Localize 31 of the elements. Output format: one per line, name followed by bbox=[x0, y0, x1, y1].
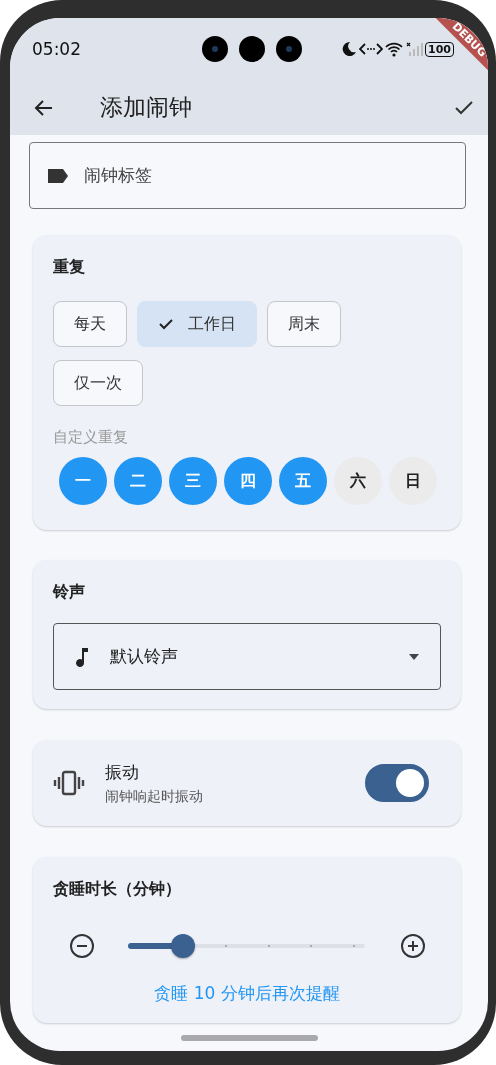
ringtone-dropdown[interactable]: 默认铃声 bbox=[53, 623, 441, 690]
wifi-icon bbox=[385, 41, 404, 57]
snooze-slider[interactable] bbox=[128, 933, 365, 959]
repeat-chip[interactable]: 工作日 bbox=[137, 301, 257, 347]
vibration-title: 振动 bbox=[105, 760, 140, 784]
music-note-icon bbox=[74, 645, 90, 668]
increase-button[interactable] bbox=[399, 932, 427, 960]
weekday-toggle[interactable]: 六 bbox=[334, 457, 382, 505]
repeat-chip[interactable]: 周末 bbox=[267, 301, 341, 347]
label-field[interactable]: 闹钟标签 bbox=[29, 142, 466, 209]
weekday-toggle[interactable]: 日 bbox=[389, 457, 437, 505]
decrease-button[interactable] bbox=[68, 932, 96, 960]
signal-icon bbox=[405, 41, 424, 57]
vibration-icon bbox=[53, 770, 85, 796]
caret-icon bbox=[408, 652, 420, 661]
section-title: 贪睡时长（分钟） bbox=[53, 879, 182, 900]
custom-repeat-label: 自定义重复 bbox=[53, 428, 129, 447]
section-title: 重复 bbox=[53, 257, 86, 278]
status-time: 05:02 bbox=[32, 39, 82, 59]
checkmark-icon bbox=[158, 316, 174, 332]
moon-icon bbox=[341, 41, 358, 57]
repeat-chip[interactable]: 每天 bbox=[53, 301, 127, 347]
snooze-caption: 贪睡 10 分钟后再次提醒 bbox=[153, 982, 341, 1005]
battery-indicator: 100 bbox=[425, 41, 454, 57]
tag-icon bbox=[46, 166, 70, 185]
vibration-switch[interactable] bbox=[365, 764, 429, 802]
repeat-chip[interactable]: 仅一次 bbox=[53, 360, 143, 406]
code-icon bbox=[359, 41, 384, 57]
section-title: 铃声 bbox=[53, 582, 86, 603]
vibration-subtitle: 闹钟响起时振动 bbox=[105, 787, 204, 806]
page-title: 添加闹钟 bbox=[100, 93, 193, 122]
